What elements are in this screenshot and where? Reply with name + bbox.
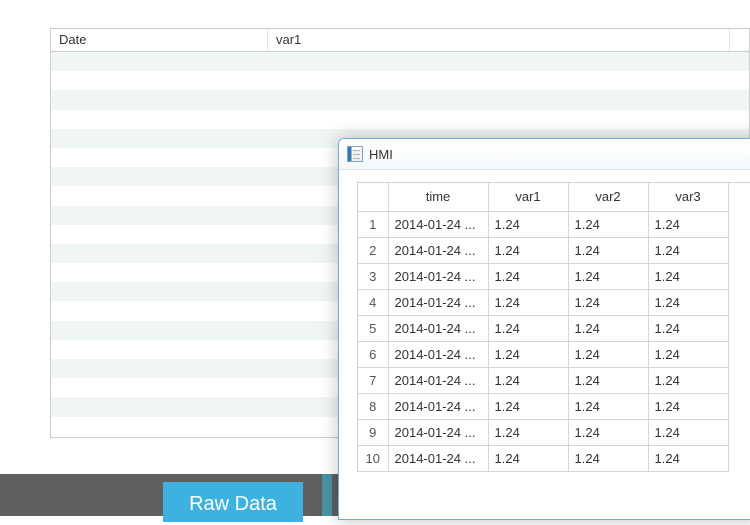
cell-var1[interactable]: 1.24 [488,315,568,341]
cell-var1[interactable]: 1.24 [488,393,568,419]
background-table-row [51,52,749,71]
row-header[interactable]: 9 [358,419,388,445]
cell-time[interactable]: 2014-01-24 ... [388,263,488,289]
cell-var2[interactable]: 1.24 [568,445,648,471]
cell-var1[interactable]: 1.24 [488,211,568,237]
cell-time[interactable]: 2014-01-24 ... [388,445,488,471]
row-header[interactable]: 1 [358,211,388,237]
cell-var3[interactable]: 1.24 [648,289,728,315]
cell-var2[interactable]: 1.24 [568,367,648,393]
row-header[interactable]: 2 [358,237,388,263]
cell-var2[interactable]: 1.24 [568,419,648,445]
hmi-grid-wrapper: time var1 var2 var3 12014-01-24 ...1.241… [357,182,750,472]
row-header[interactable]: 4 [358,289,388,315]
cell-time[interactable]: 2014-01-24 ... [388,289,488,315]
table-row[interactable]: 92014-01-24 ...1.241.241.24 [358,419,728,445]
table-row[interactable]: 52014-01-24 ...1.241.241.24 [358,315,728,341]
hmi-col-var2[interactable]: var2 [568,183,648,211]
row-header[interactable]: 8 [358,393,388,419]
hmi-window[interactable]: HMI time var1 var2 var3 [338,138,750,520]
background-table-row [51,110,749,129]
hmi-data-grid[interactable]: time var1 var2 var3 12014-01-24 ...1.241… [358,183,729,472]
cell-time[interactable]: 2014-01-24 ... [388,237,488,263]
cell-var1[interactable]: 1.24 [488,445,568,471]
cell-time[interactable]: 2014-01-24 ... [388,211,488,237]
cell-var2[interactable]: 1.24 [568,211,648,237]
background-table-row [51,71,749,90]
cell-var1[interactable]: 1.24 [488,419,568,445]
cell-var3[interactable]: 1.24 [648,393,728,419]
cell-time[interactable]: 2014-01-24 ... [388,419,488,445]
cell-var3[interactable]: 1.24 [648,341,728,367]
row-header[interactable]: 5 [358,315,388,341]
hmi-col-var1[interactable]: var1 [488,183,568,211]
cell-time[interactable]: 2014-01-24 ... [388,393,488,419]
cell-var3[interactable]: 1.24 [648,367,728,393]
hmi-grid-header-row: time var1 var2 var3 [358,183,728,211]
hmi-app-icon [347,146,363,162]
cell-var1[interactable]: 1.24 [488,289,568,315]
row-header[interactable]: 7 [358,367,388,393]
hmi-title: HMI [369,147,393,162]
raw-data-button[interactable]: Raw Data [163,482,303,522]
table-row[interactable]: 22014-01-24 ...1.241.241.24 [358,237,728,263]
cell-var3[interactable]: 1.24 [648,419,728,445]
cell-var3[interactable]: 1.24 [648,315,728,341]
table-row[interactable]: 72014-01-24 ...1.241.241.24 [358,367,728,393]
cell-var2[interactable]: 1.24 [568,315,648,341]
footer-accent [322,474,332,516]
table-row[interactable]: 82014-01-24 ...1.241.241.24 [358,393,728,419]
bg-col-rest [730,29,749,51]
cell-var3[interactable]: 1.24 [648,263,728,289]
hmi-grid-corner [358,183,388,211]
bg-col-var1[interactable]: var1 [268,29,730,51]
hmi-col-var3[interactable]: var3 [648,183,728,211]
cell-var3[interactable]: 1.24 [648,237,728,263]
cell-var3[interactable]: 1.24 [648,211,728,237]
cell-var2[interactable]: 1.24 [568,263,648,289]
table-row[interactable]: 102014-01-24 ...1.241.241.24 [358,445,728,471]
cell-var2[interactable]: 1.24 [568,393,648,419]
cell-time[interactable]: 2014-01-24 ... [388,315,488,341]
table-row[interactable]: 12014-01-24 ...1.241.241.24 [358,211,728,237]
cell-var1[interactable]: 1.24 [488,341,568,367]
row-header[interactable]: 3 [358,263,388,289]
table-row[interactable]: 42014-01-24 ...1.241.241.24 [358,289,728,315]
cell-var1[interactable]: 1.24 [488,237,568,263]
background-table-header: Date var1 [51,29,749,52]
cell-time[interactable]: 2014-01-24 ... [388,341,488,367]
cell-var1[interactable]: 1.24 [488,367,568,393]
hmi-body: time var1 var2 var3 12014-01-24 ...1.241… [339,170,750,472]
cell-var2[interactable]: 1.24 [568,341,648,367]
cell-var2[interactable]: 1.24 [568,237,648,263]
hmi-col-time[interactable]: time [388,183,488,211]
hmi-titlebar[interactable]: HMI [339,139,750,170]
row-header[interactable]: 10 [358,445,388,471]
cell-time[interactable]: 2014-01-24 ... [388,367,488,393]
table-row[interactable]: 32014-01-24 ...1.241.241.24 [358,263,728,289]
background-table-row [51,90,749,109]
table-row[interactable]: 62014-01-24 ...1.241.241.24 [358,341,728,367]
cell-var1[interactable]: 1.24 [488,263,568,289]
bg-col-date[interactable]: Date [51,29,268,51]
row-header[interactable]: 6 [358,341,388,367]
cell-var3[interactable]: 1.24 [648,445,728,471]
cell-var2[interactable]: 1.24 [568,289,648,315]
